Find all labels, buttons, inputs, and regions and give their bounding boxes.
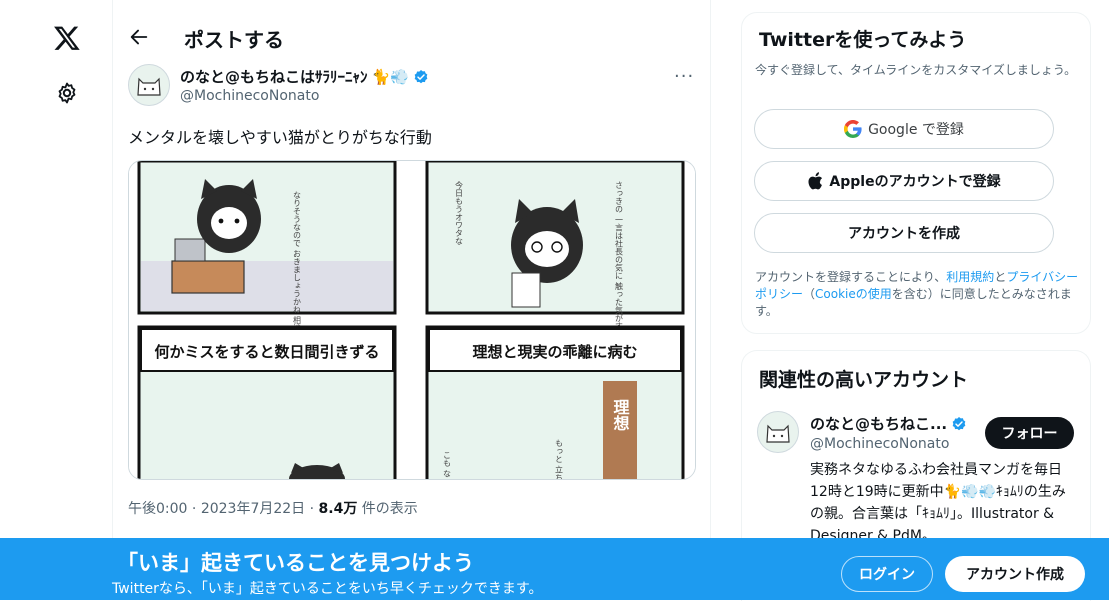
panel4-text: もっと 立ち回れ やれ xyxy=(555,439,564,479)
apple-icon xyxy=(808,172,823,190)
apple-signup-button[interactable]: Appleのアカウントで登録 xyxy=(754,161,1054,201)
create-account-label: アカウントを作成 xyxy=(848,226,960,242)
x-logo-icon[interactable] xyxy=(53,24,81,52)
panel4-caption: 理想と現実の乖離に病む xyxy=(472,343,637,361)
legal-prefix: アカウントを登録することにより、 xyxy=(755,270,947,284)
related-avatar[interactable] xyxy=(757,411,799,453)
signup-card-subtitle: 今すぐ登録して、タイムラインをカスタマイズしましょう。 xyxy=(755,63,1077,77)
post-text: メンタルを壊しやすい猫がとりがちな行動 xyxy=(128,128,432,147)
panel4-text-b: こも な xyxy=(443,451,452,478)
related-name[interactable]: のなと@もちねこ... xyxy=(810,413,967,434)
gear-icon[interactable] xyxy=(55,81,79,105)
apple-signup-label: Appleのアカウントで登録 xyxy=(829,174,1001,190)
legal-mid: （ xyxy=(803,287,816,301)
create-account-button[interactable]: アカウントを作成 xyxy=(754,213,1054,253)
banner-title: 「いま」起きていることを見つけよう xyxy=(117,551,474,575)
post-media-comic[interactable]: なりそうなので おきましょうかね 相談した しましょうか… 今日もうオワタな さ… xyxy=(128,160,696,480)
main-column: ポストする のなと@もちねこはｻﾗﾘｰﾆｬﾝ 🐈💨 @MochinecoNona… xyxy=(112,0,711,600)
more-options-icon[interactable]: ··· xyxy=(674,66,694,87)
author-emoji: 🐈💨 xyxy=(371,67,409,86)
left-nav xyxy=(0,0,113,600)
author-name-text: のなと@もちねこはｻﾗﾘｰﾆｬﾝ xyxy=(180,68,368,86)
related-handle[interactable]: @MochinecoNonato xyxy=(810,436,949,452)
related-title: 関連性の高いアカウント xyxy=(759,369,969,391)
signup-banner: 「いま」起きていることを見つけよう Twitterなら、「いま」起きていることを… xyxy=(0,538,1109,600)
signup-card-title: Twitterを使ってみよう xyxy=(759,29,967,51)
comic-panel-3: 何かミスをすると数日間引きずる xyxy=(137,325,397,479)
signup-card: Twitterを使ってみよう 今すぐ登録して、タイムラインをカスタマイズしましょ… xyxy=(741,12,1091,334)
legal-notice: アカウントを登録することにより、利用規約とプライバシーポリシー（Cookieの使… xyxy=(755,269,1081,320)
author-avatar[interactable] xyxy=(128,64,170,106)
post-meta: 午後0:00 · 2023年7月22日 · 8.4万 件の表示 xyxy=(128,498,418,518)
views-label: 件の表示 xyxy=(361,501,418,517)
panel2-text: 今日もうオワタな xyxy=(455,180,464,245)
panel3-caption: 何かミスをすると数日間引きずる xyxy=(154,343,379,361)
verified-badge-icon xyxy=(952,416,966,430)
banner-subtitle: Twitterなら、「いま」起きていることをいち早くチェックできます。 xyxy=(112,581,543,597)
author-handle[interactable]: @MochinecoNonato xyxy=(180,88,319,104)
views-count: 8.4万 xyxy=(318,501,358,517)
top-bar: ポストする xyxy=(112,0,710,72)
google-signup-button[interactable]: Google で登録 xyxy=(754,109,1054,149)
page-title: ポストする xyxy=(184,28,284,52)
legal-and: と xyxy=(994,270,1007,284)
meta-dot-2: · xyxy=(309,501,315,517)
panel2-text-b: さっきの 一言は社長の気に 触った気がする… xyxy=(615,181,624,346)
terms-link[interactable]: 利用規約 xyxy=(946,270,994,284)
cookie-link[interactable]: Cookieの使用 xyxy=(815,287,892,301)
back-arrow-icon[interactable] xyxy=(128,26,150,48)
panel4-sign: 理想 xyxy=(611,399,631,431)
author-name[interactable]: のなと@もちねこはｻﾗﾘｰﾆｬﾝ 🐈💨 xyxy=(180,66,429,87)
google-signup-label: Google で登録 xyxy=(868,122,964,138)
related-name-text: のなと@もちねこ... xyxy=(810,415,948,433)
verified-badge-icon xyxy=(414,69,428,83)
google-icon xyxy=(844,120,862,138)
banner-signup-button[interactable]: アカウント作成 xyxy=(945,556,1085,592)
login-button[interactable]: ログイン xyxy=(841,556,933,592)
post-date[interactable]: 2023年7月22日 xyxy=(201,501,305,517)
post-time[interactable]: 午後0:00 xyxy=(128,501,187,517)
comic-panel-4: 理想と現実の乖離に病む 理想 もっと 立ち回れ やれ こも な xyxy=(425,325,685,479)
follow-button[interactable]: フォロー xyxy=(985,417,1074,449)
comic-image: なりそうなので おきましょうかね 相談した しましょうか… 今日もうオワタな さ… xyxy=(129,161,695,479)
meta-dot: · xyxy=(191,501,197,517)
related-bio: 実務ネタなゆるふわ会社員マンガを毎日12時と19時に更新中🐈💨💨ｷｮﾑﾘの生みの… xyxy=(810,462,1066,544)
